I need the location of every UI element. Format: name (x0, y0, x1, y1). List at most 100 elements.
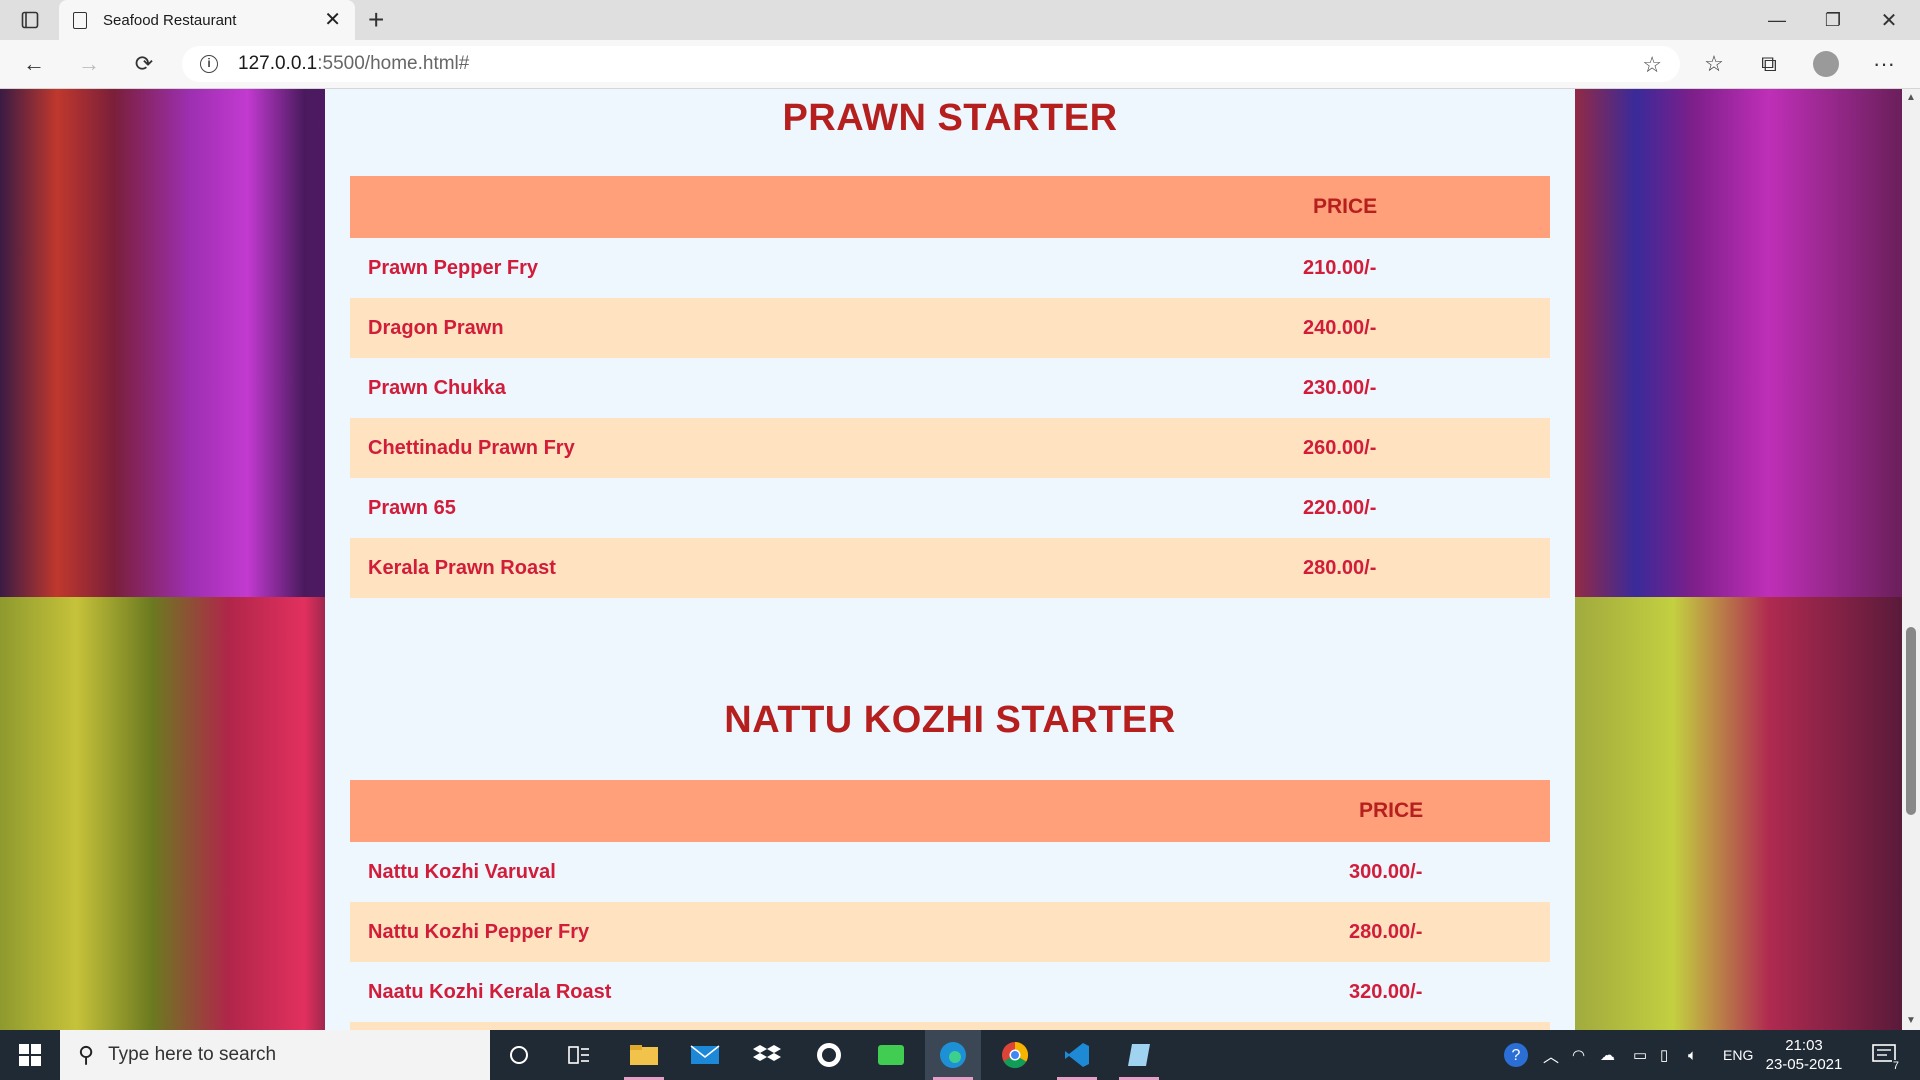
table-row: Nattu Kozhi Pepper Fry 280.00/- (350, 902, 1550, 962)
menu-content: PRAWN STARTER PRICE Prawn Pepper Fry 210.… (325, 89, 1575, 1030)
close-window-button[interactable]: ✕ (1861, 0, 1917, 40)
item-name: Dragon Prawn (368, 317, 504, 339)
price-column-header: PRICE (1313, 195, 1378, 218)
search-placeholder: Type here to search (108, 1044, 277, 1065)
clock-time: 21:03 (1785, 1037, 1823, 1054)
back-button[interactable]: ← (16, 48, 52, 80)
browser-tab-bar: Seafood Restaurant ✕ + — ❐ ✕ (0, 0, 1920, 40)
avatar (1813, 51, 1839, 77)
item-name: Naatu Kozhi Kerala Roast (368, 981, 612, 1003)
table-row: Nattu Kozhi Varuval 300.00/- (350, 842, 1550, 902)
chrome-button[interactable] (987, 1030, 1043, 1080)
wifi-icon[interactable]: ◠ (1572, 1030, 1585, 1080)
table-row: Dragon Prawn 240.00/- (350, 298, 1550, 358)
notifications-button[interactable]: 7 (1866, 1030, 1902, 1080)
notepad-icon (1128, 1044, 1150, 1066)
table-row: Prawn 65 220.00/- (350, 478, 1550, 538)
more-options-icon[interactable]: ··· (1866, 48, 1902, 80)
tab-actions-icon (21, 11, 39, 29)
volume-icon[interactable]: 🔈︎ (1688, 1030, 1697, 1080)
site-info-icon[interactable]: i (200, 55, 218, 73)
folder-icon (630, 1045, 658, 1065)
table-header: PRICE (350, 780, 1550, 842)
favorites-icon[interactable]: ☆ (1696, 48, 1732, 80)
notepad-button[interactable] (1111, 1030, 1167, 1080)
item-price: 320.00/- (1349, 981, 1423, 1003)
vscode-icon (1065, 1043, 1089, 1067)
edge-icon (940, 1042, 966, 1068)
scroll-up-icon[interactable]: ▲ (1902, 89, 1920, 107)
collections-icon[interactable]: ⧉ (1751, 48, 1787, 80)
mail-icon (690, 1045, 720, 1064)
item-name: Nattu Kozhi Varuval (368, 861, 556, 883)
table-header: PRICE (350, 176, 1550, 238)
profile-button[interactable] (1808, 48, 1844, 80)
file-explorer-button[interactable] (616, 1030, 672, 1080)
battery-icon[interactable]: ▭ (1633, 1030, 1647, 1080)
show-hidden-icons-icon[interactable]: ︿ (1543, 1030, 1559, 1080)
restore-button[interactable]: ❐ (1805, 0, 1861, 40)
scroll-down-icon[interactable]: ▼ (1902, 1012, 1920, 1030)
vscode-button[interactable] (1049, 1030, 1105, 1080)
notification-count: 7 (1891, 1060, 1900, 1072)
table-row: Prawn Pepper Fry 210.00/- (350, 238, 1550, 298)
chrome-icon (1002, 1041, 1029, 1069)
device-icon[interactable]: ▯ (1660, 1030, 1668, 1080)
qt-icon (878, 1045, 904, 1065)
item-price: 210.00/- (1303, 257, 1377, 279)
section-title-prawn-starter: PRAWN STARTER (782, 97, 1118, 139)
address-bar[interactable]: i 127.0.0.1:5500/home.html# ☆ (182, 46, 1680, 82)
scrollbar-thumb[interactable] (1906, 627, 1916, 815)
help-tray-icon[interactable]: ? (1502, 1030, 1530, 1080)
page-icon (73, 11, 87, 29)
clock[interactable]: 21:03 23-05-2021 (1754, 1036, 1854, 1074)
page-viewport: PRAWN STARTER PRICE Prawn Pepper Fry 210.… (0, 89, 1902, 1030)
url-host: 127.0.0.1 (238, 53, 318, 74)
taskbar-search[interactable]: ⚲ Type here to search (60, 1030, 490, 1080)
item-name: Prawn Chukka (368, 377, 506, 399)
price-column-header: PRICE (1359, 799, 1424, 822)
url-path: :5500/home.html# (317, 53, 470, 74)
menu-table-nattu-kozhi-starter: PRICE Nattu Kozhi Varuval 300.00/- Nattu … (350, 780, 1550, 1030)
item-price: 240.00/- (1303, 317, 1377, 339)
minimize-button[interactable]: — (1749, 0, 1805, 40)
item-price: 230.00/- (1303, 377, 1377, 399)
edge-button[interactable] (925, 1030, 981, 1080)
item-name: Kerala Prawn Roast (368, 557, 556, 579)
table-row: Prawn Chukka 230.00/- (350, 358, 1550, 418)
github-button[interactable] (801, 1030, 857, 1080)
onedrive-icon[interactable]: ☁ (1600, 1030, 1615, 1080)
new-tab-button[interactable]: + (368, 4, 384, 36)
tab-title: Seafood Restaurant (103, 11, 237, 29)
item-name: Prawn 65 (368, 497, 456, 519)
menu-table-prawn-starter: PRICE Prawn Pepper Fry 210.00/- Dragon Pr… (350, 176, 1550, 598)
cortana-icon (510, 1046, 528, 1064)
add-favorite-icon[interactable]: ☆ (1642, 52, 1662, 78)
table-row: Naatu Kozhi Kerala Roast 320.00/- (350, 962, 1550, 1022)
page-scrollbar[interactable]: ▲ ▼ (1902, 89, 1920, 1030)
windows-logo-icon (19, 1044, 41, 1066)
github-icon (817, 1043, 841, 1067)
item-price: 220.00/- (1303, 497, 1377, 519)
url-text[interactable]: 127.0.0.1:5500/home.html# (238, 53, 469, 75)
item-price: 280.00/- (1303, 557, 1377, 579)
language-indicator[interactable]: ENG (1723, 1030, 1753, 1080)
task-view-button[interactable] (551, 1030, 607, 1080)
refresh-button[interactable]: ⟳ (126, 48, 162, 80)
item-price: 280.00/- (1349, 921, 1423, 943)
forward-button[interactable]: → (71, 48, 107, 80)
windows-taskbar: ⚲ Type here to search ? ︿ ◠ ☁ ▭ ▯ 🔈︎ ENG… (0, 1030, 1920, 1080)
dropbox-button[interactable] (739, 1030, 795, 1080)
clock-date: 23-05-2021 (1765, 1056, 1843, 1073)
table-row: Kerala Prawn Roast 280.00/- (350, 538, 1550, 598)
mail-button[interactable] (677, 1030, 733, 1080)
close-tab-icon[interactable]: ✕ (324, 10, 341, 30)
item-price: 260.00/- (1303, 437, 1377, 459)
table-row: Chettinadu Prawn Fry 260.00/- (350, 418, 1550, 478)
start-button[interactable] (0, 1030, 60, 1080)
cortana-button[interactable] (491, 1030, 547, 1080)
browser-tab[interactable]: Seafood Restaurant ✕ (59, 0, 355, 40)
item-name: Prawn Pepper Fry (368, 257, 539, 279)
tab-actions-button[interactable] (14, 8, 46, 32)
qt-creator-button[interactable] (863, 1030, 919, 1080)
